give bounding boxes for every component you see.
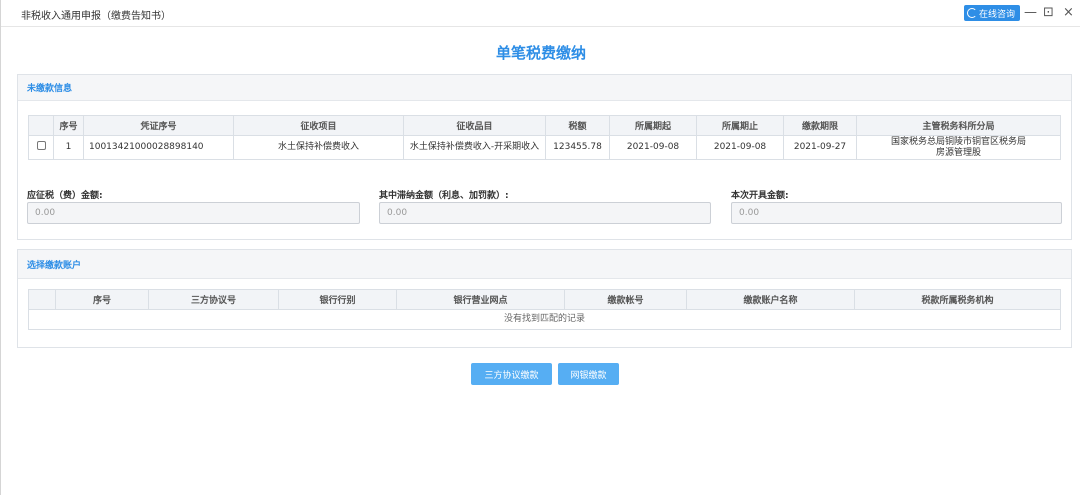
column-header: 主管税务科所分局 — [856, 115, 1061, 136]
levy-amount-field[interactable]: 0.00 — [27, 202, 360, 224]
unpaid-info-panel: 未缴款信息 序号 凭证序号 征收项目 征收品目 税额 所属期起 所属期止 缴款期… — [17, 74, 1072, 240]
no-records-message: 没有找到匹配的记录 — [28, 309, 1061, 330]
tripartite-payment-button[interactable]: 三方协议缴款 — [471, 363, 552, 385]
column-header: 税款所属税务机构 — [854, 289, 1061, 310]
unpaid-table-header: 序号 凭证序号 征收项目 征收品目 税额 所属期起 所属期止 缴款期限 主管税务… — [28, 115, 1061, 136]
table-cell: 水土保持补偿费收入-开采期收入 — [403, 135, 546, 160]
page-title: 单笔税费缴纳 — [495, 44, 586, 62]
table-cell: 123455.78 — [545, 135, 610, 160]
column-header: 银行营业网点 — [396, 289, 565, 310]
table-cell: 2021-09-27 — [783, 135, 857, 160]
late-fee-label: 其中滞纳金额（利息、加罚款）: — [379, 191, 509, 201]
column-header: 缴款期限 — [783, 115, 857, 136]
app-window: 非税收入通用申报（缴费告知书） 在线咨询 — ⊡ × 单笔税费缴纳 未缴款信息 … — [0, 0, 1080, 495]
unpaid-table: 序号 凭证序号 征收项目 征收品目 税额 所属期起 所属期止 缴款期限 主管税务… — [28, 115, 1061, 160]
column-header: 序号 — [55, 289, 149, 310]
select-column-header — [28, 289, 56, 310]
row-select-cell[interactable] — [28, 135, 54, 160]
title-divider — [1, 26, 1080, 27]
late-fee-field[interactable]: 0.00 — [379, 202, 711, 224]
column-header: 三方协议号 — [148, 289, 279, 310]
column-header: 银行行别 — [278, 289, 397, 310]
table-cell: 2021-09-08 — [696, 135, 784, 160]
headset-icon — [967, 8, 977, 18]
table-cell: 国家税务总局铜陵市铜官区税务局房源管理股 — [856, 135, 1061, 160]
online-consult-label: 在线咨询 — [979, 9, 1016, 20]
column-header: 所属期起 — [609, 115, 697, 136]
table-cell: 10013421000028898140 — [83, 135, 234, 160]
online-bank-payment-button[interactable]: 网银缴款 — [558, 363, 619, 385]
title-bar: 非税收入通用申报（缴费告知书） 在线咨询 — ⊡ × — [1, 0, 1080, 26]
column-header: 凭证序号 — [83, 115, 234, 136]
online-consult-button[interactable]: 在线咨询 — [964, 5, 1021, 21]
unpaid-info-header: 未缴款信息 — [18, 75, 1071, 101]
empty-row: 没有找到匹配的记录 — [28, 309, 1061, 330]
payment-account-header: 选择缴款账户 — [18, 250, 1071, 279]
minimize-button[interactable]: — — [1024, 5, 1037, 21]
table-cell: 2021-09-08 — [609, 135, 697, 160]
select-column-header — [28, 115, 54, 136]
column-header: 税额 — [545, 115, 610, 136]
column-header: 缴款帐号 — [564, 289, 687, 310]
row-checkbox[interactable] — [36, 141, 46, 150]
payment-account-panel: 选择缴款账户 序号 三方协议号 银行行别 银行营业网点 缴款帐号 缴款账户名称 … — [17, 249, 1072, 348]
column-header: 所属期止 — [696, 115, 784, 136]
column-header: 征收项目 — [233, 115, 404, 136]
column-header: 序号 — [53, 115, 84, 136]
levy-amount-label: 应征税（费）金额: — [27, 191, 103, 201]
table-cell: 水土保持补偿费收入 — [233, 135, 404, 160]
column-header: 缴款账户名称 — [686, 289, 855, 310]
close-button[interactable]: × — [1063, 5, 1074, 21]
column-header: 征收品目 — [403, 115, 546, 136]
table-row[interactable]: 1 10013421000028898140 水土保持补偿费收入 水土保持补偿费… — [28, 135, 1061, 160]
restore-button[interactable]: ⊡ — [1043, 5, 1054, 21]
account-table-header: 序号 三方协议号 银行行别 银行营业网点 缴款帐号 缴款账户名称 税款所属税务机… — [28, 289, 1061, 310]
invoice-amount-label: 本次开具金额: — [731, 191, 789, 201]
invoice-amount-field[interactable]: 0.00 — [731, 202, 1062, 224]
account-table: 序号 三方协议号 银行行别 银行营业网点 缴款帐号 缴款账户名称 税款所属税务机… — [28, 289, 1061, 330]
table-cell: 1 — [53, 135, 84, 160]
window-title: 非税收入通用申报（缴费告知书） — [21, 11, 171, 22]
